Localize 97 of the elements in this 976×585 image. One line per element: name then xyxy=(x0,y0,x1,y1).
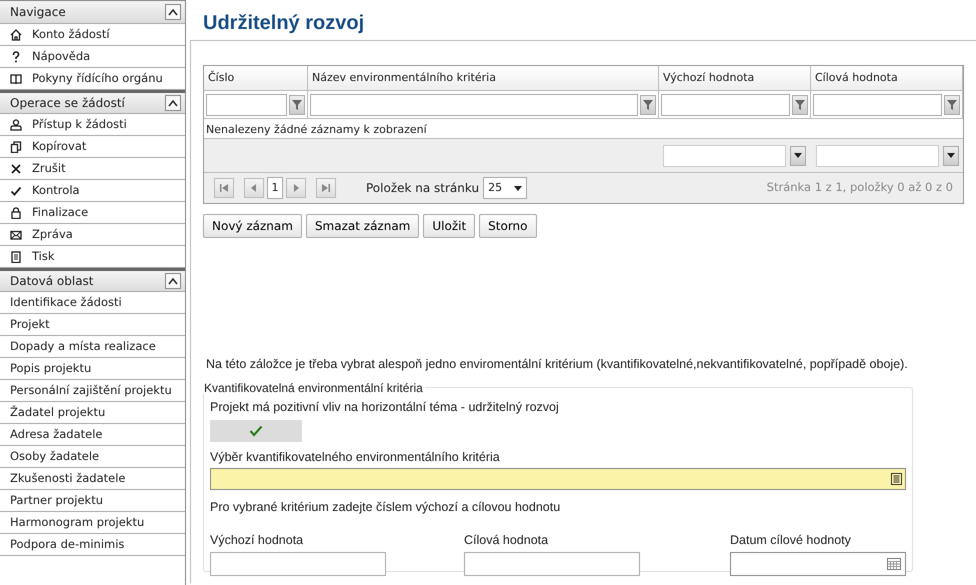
last-page-button[interactable] xyxy=(316,178,336,198)
column-header[interactable]: Název environmentálního kritéria xyxy=(308,66,659,90)
fieldset-legend: Kvantifikovatelná environmentální kritéria xyxy=(202,382,425,394)
panel-title: Navigace xyxy=(10,4,66,21)
sidebar-item[interactable]: Přístup k žádosti xyxy=(32,116,127,134)
page-number[interactable]: 1 xyxy=(267,177,283,199)
panel-title: Datová oblast xyxy=(10,273,94,290)
previous-page-icon xyxy=(249,183,259,193)
sidebar-item[interactable]: Osoby žadatele xyxy=(0,446,185,468)
collapse-toggle[interactable] xyxy=(165,95,181,111)
sidebar-item[interactable]: Finalizace xyxy=(32,204,88,222)
next-page-button[interactable] xyxy=(286,178,306,198)
question-mark-icon xyxy=(10,50,22,62)
previous-page-button[interactable] xyxy=(244,178,264,198)
panel-title: Operace se žádostí xyxy=(10,95,125,112)
filter-button[interactable] xyxy=(792,94,808,114)
column-header[interactable]: Výchozí hodnota xyxy=(659,66,811,90)
sidebar-item[interactable]: Projekt xyxy=(0,314,185,336)
sidebar-item[interactable]: Žadatel projektu xyxy=(0,402,185,424)
chevron-up-icon xyxy=(168,8,178,16)
text-field[interactable] xyxy=(210,552,386,576)
next-page-icon xyxy=(291,183,301,193)
envelope-icon xyxy=(10,228,22,240)
caret-down-icon xyxy=(514,186,522,190)
sidebar-item[interactable]: Adresa žadatele xyxy=(0,424,185,446)
filter-button[interactable] xyxy=(289,94,305,114)
first-page-button[interactable] xyxy=(214,178,234,198)
sidebar-item[interactable]: Popis projektu xyxy=(0,358,185,380)
action-button[interactable]: Smazat záznam xyxy=(306,214,420,238)
action-button[interactable]: Storno xyxy=(479,214,537,238)
caret-down-icon xyxy=(794,153,802,158)
chevron-up-icon xyxy=(168,99,178,107)
field-label: Výběr kvantifikovatelného environmentálního kritéria xyxy=(210,448,501,466)
checkbox[interactable] xyxy=(210,420,302,442)
aggregate-field[interactable] xyxy=(816,144,939,166)
person-icon xyxy=(10,118,22,130)
field-label: Výchozí hodnota xyxy=(210,532,304,549)
funnel-icon xyxy=(946,98,958,110)
dropdown-button[interactable] xyxy=(943,146,959,166)
sidebar-item[interactable]: Kontrola xyxy=(32,182,80,200)
field-label: Cílová hodnota xyxy=(464,532,550,549)
last-page-icon xyxy=(321,183,331,193)
sidebar-item[interactable]: Nápověda xyxy=(32,48,90,66)
filter-field[interactable] xyxy=(813,94,942,116)
sidebar-item[interactable]: Harmonogram projektu xyxy=(0,512,185,534)
sidebar-item[interactable]: Zrušit xyxy=(32,160,66,178)
filter-field[interactable] xyxy=(661,94,790,116)
select-field[interactable] xyxy=(210,468,906,490)
aggregate-field[interactable] xyxy=(663,144,786,166)
column-header[interactable]: Cílová hodnota xyxy=(811,66,963,90)
action-button[interactable]: Nový záznam xyxy=(203,214,302,238)
filter-button[interactable] xyxy=(640,94,656,114)
checkmark-icon xyxy=(10,184,22,196)
text-field[interactable] xyxy=(464,552,640,576)
sidebar-item[interactable]: Tisk xyxy=(32,248,55,266)
calendar-icon xyxy=(887,558,901,570)
filter-field[interactable] xyxy=(310,94,638,116)
filter-button[interactable] xyxy=(944,94,960,114)
sidebar-item[interactable]: Pokyny řídícího orgánu xyxy=(32,70,163,88)
cross-icon xyxy=(10,162,22,174)
field-label: Datum cílové hodnoty xyxy=(730,532,852,549)
sidebar-item[interactable]: Dopady a místa realizace xyxy=(0,336,185,358)
collapse-toggle[interactable] xyxy=(165,273,181,289)
document-icon xyxy=(10,250,22,262)
field-label: Pro vybrané kritérium zadejte číslem výchozí a cílovou hodnotu xyxy=(210,499,562,516)
copy-icon xyxy=(10,140,22,152)
filter-field[interactable] xyxy=(206,94,287,116)
list-icon xyxy=(891,473,902,486)
first-page-icon xyxy=(219,183,229,193)
sidebar-item[interactable]: Identifikace žádosti xyxy=(0,292,185,314)
padlock-icon xyxy=(10,206,22,218)
chevron-up-icon xyxy=(168,277,178,285)
funnel-icon xyxy=(794,98,806,110)
collapse-toggle[interactable] xyxy=(165,4,181,20)
info-text: Na této záložce je třeba vybrat alespoň jedno enviromentální kritérium (kvantifikovatelné,nekvantifikovatelné, popřípadě oboje). xyxy=(206,356,909,373)
date-field[interactable] xyxy=(730,552,906,576)
house-icon xyxy=(10,28,22,40)
checkmark-icon xyxy=(249,424,263,436)
field-label: Projekt má pozitivní vliv na horizontální téma - udržitelný rozvoj xyxy=(210,398,560,416)
sidebar-item[interactable]: Zpráva xyxy=(32,226,73,244)
pager-summary: Stránka 1 z 1, položky 0 až 0 z 0 xyxy=(766,179,953,196)
dropdown-button[interactable] xyxy=(790,146,806,166)
sidebar-item[interactable]: Podpora de-minimis xyxy=(0,534,185,556)
sidebar-item[interactable]: Kopírovat xyxy=(32,138,86,156)
page-size-label: Položek na stránku xyxy=(366,180,480,197)
page-size-select[interactable]: 25 xyxy=(483,177,528,199)
page-title: Udržitelný rozvoj xyxy=(203,11,366,36)
caret-down-icon xyxy=(947,153,955,158)
action-button[interactable]: Uložit xyxy=(423,214,476,238)
column-header[interactable]: Číslo xyxy=(204,66,308,90)
funnel-icon xyxy=(642,98,654,110)
sidebar-item[interactable]: Zkušenosti žadatele xyxy=(0,468,185,490)
sidebar-item[interactable]: Personální zajištění projektu xyxy=(0,380,185,402)
book-icon xyxy=(10,72,22,84)
sidebar-item[interactable]: Partner projektu xyxy=(0,490,185,512)
funnel-icon xyxy=(291,98,303,110)
sidebar-item[interactable]: Konto žádostí xyxy=(32,26,110,44)
